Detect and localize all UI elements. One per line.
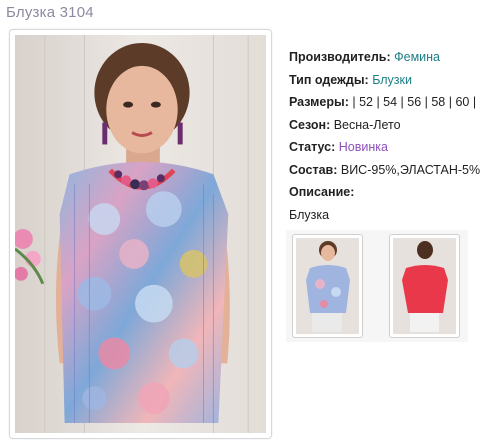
status-row: Статус: Новинка [289,136,498,159]
manufacturer-label: Производитель: [289,50,391,64]
clothing-type-label: Тип одежды: [289,72,369,87]
sizes-label: Размеры: [289,95,349,109]
description-label: Описание: [289,185,355,199]
composition-row: Состав: ВИС-95%,ЭЛАСТАН-5% [289,159,498,182]
composition-value: ВИС-95%,ЭЛАСТАН-5% [340,162,481,177]
clothing-type-link[interactable]: Блузки [372,73,412,87]
sizes-value: | 52 | 54 | 56 | 58 | 60 | [352,95,477,109]
sizes-row: Размеры: | 52 | 54 | 56 | 58 | 60 | [289,91,498,114]
main-product-image-frame[interactable] [9,29,272,439]
manufacturer-link[interactable]: Фемина [394,50,440,64]
description-label-row: Описание: [289,181,498,204]
clothing-type-row: Тип одежды: Блузки [289,69,498,92]
status-label: Статус: [289,140,336,154]
season-label: Сезон: [289,117,331,132]
product-title: Блузка 3104 [6,4,94,21]
thumbnail-front[interactable] [292,234,363,338]
main-product-photo[interactable] [15,35,266,433]
description-value-row: Блузка [289,204,498,227]
status-link[interactable]: Новинка [339,140,388,154]
thumbnail-front-image[interactable] [296,238,359,334]
manufacturer-row: Производитель: Фемина [289,46,498,69]
description-value: Блузка [289,207,330,222]
composition-label: Состав: [289,162,338,177]
season-row: Сезон: Весна-Лето [289,114,498,137]
thumbnail-back[interactable] [389,234,460,338]
season-value: Весна-Лето [333,117,401,132]
thumbnail-back-image[interactable] [393,238,456,334]
product-details: Производитель: Фемина Тип одежды: Блузки… [289,46,498,226]
thumbnail-gallery [286,230,468,342]
